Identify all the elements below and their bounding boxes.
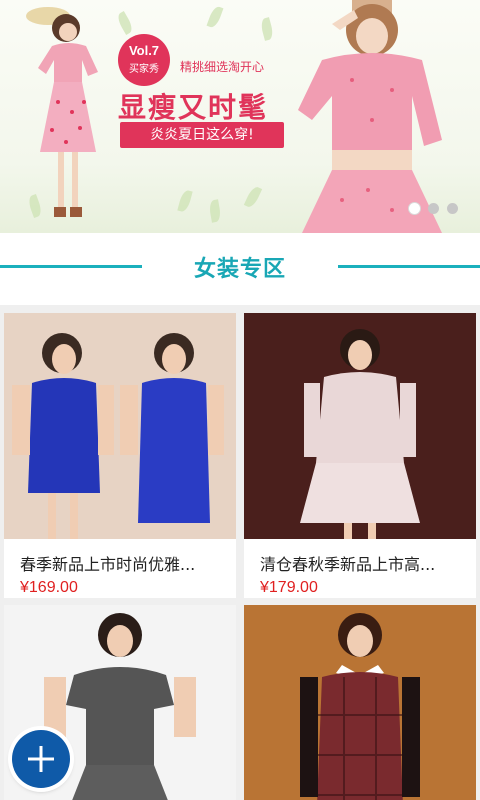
banner-headline: 显瘦又时髦 (118, 91, 269, 124)
product-image (244, 605, 476, 800)
promo-banner[interactable]: Vol.7 买家秀 精挑细选淘开心 显瘦又时髦 炎炎夏日这么穿! (0, 0, 480, 233)
product-image (4, 313, 236, 539)
divider-line (0, 265, 142, 268)
leaf-decoration (206, 4, 224, 30)
carousel-dot[interactable] (409, 203, 420, 214)
divider-line (338, 265, 480, 268)
product-name[interactable]: 清仓春秋季新品上市高... (260, 551, 466, 575)
product-image (244, 313, 476, 539)
add-fab-button[interactable] (12, 730, 70, 788)
leaf-decoration (243, 184, 263, 210)
banner-model-left-image (26, 7, 98, 217)
product-card[interactable]: 清仓春秋季新品上市高... ¥179.00 (244, 313, 476, 598)
leaf-decoration (115, 10, 135, 36)
product-price: ¥179.00 (260, 579, 318, 596)
section-header: 女装专区 (0, 233, 480, 305)
leaf-decoration (208, 199, 222, 223)
issue-subtitle: 买家秀 (129, 64, 159, 75)
plus-icon (28, 746, 54, 772)
leaf-decoration (177, 189, 193, 213)
banner-model-right-image (298, 0, 442, 233)
carousel-indicator (409, 203, 458, 214)
product-name[interactable]: 春季新品上市时尚优雅... (20, 551, 226, 575)
banner-slogan-small: 精挑细选淘开心 (180, 60, 265, 74)
section-title: 女装专区 (193, 257, 286, 282)
product-price: ¥169.00 (20, 579, 78, 596)
banner-tagline: 炎炎夏日这么穿! (120, 122, 284, 148)
issue-number: Vol.7 (128, 43, 160, 58)
carousel-dot[interactable] (447, 203, 458, 214)
carousel-dot[interactable] (428, 203, 439, 214)
leaf-decoration (259, 17, 275, 41)
issue-badge: Vol.7 买家秀 (118, 34, 170, 86)
product-card[interactable] (244, 605, 476, 800)
product-card[interactable]: 春季新品上市时尚优雅... ¥169.00 (4, 313, 236, 598)
